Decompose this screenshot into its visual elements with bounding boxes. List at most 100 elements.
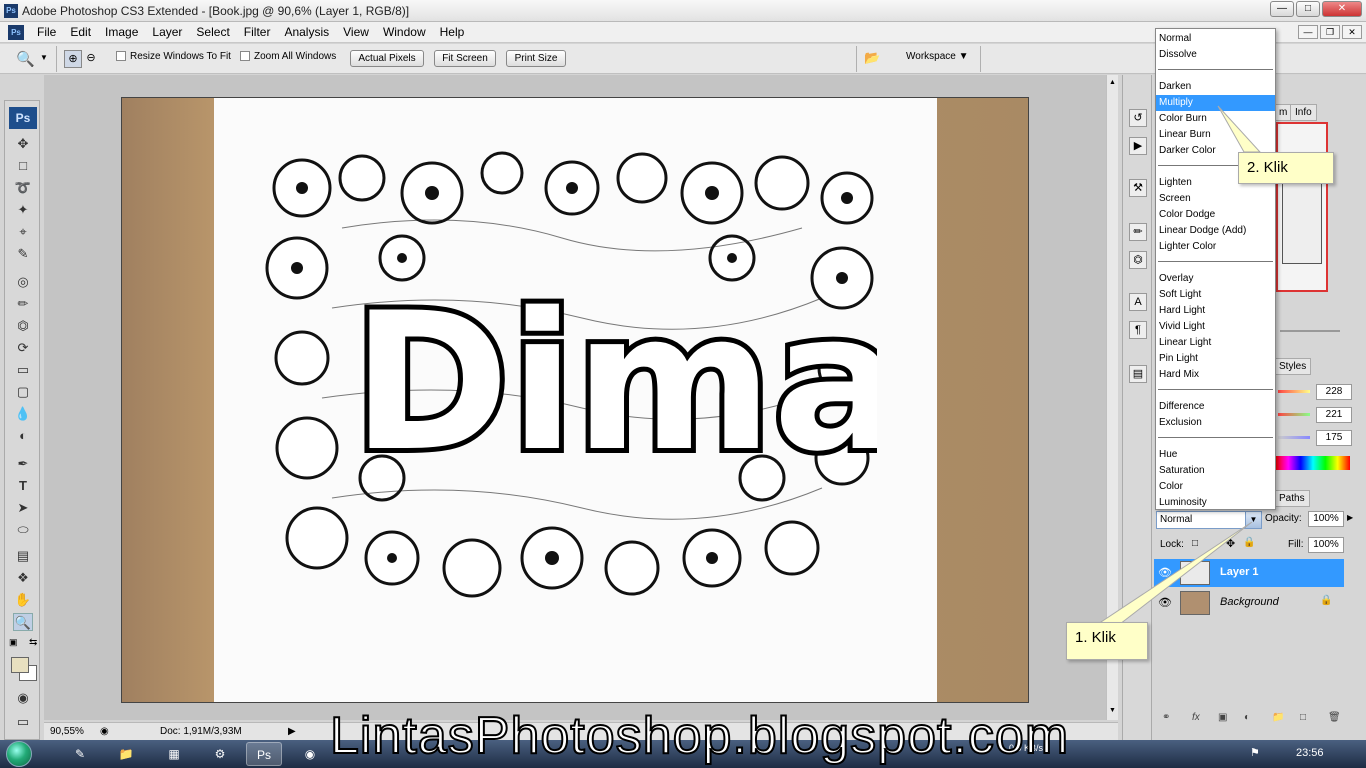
gradient-tool-icon[interactable]: ▢ bbox=[13, 383, 33, 401]
blend-option-pin-light[interactable]: Pin Light bbox=[1156, 351, 1275, 367]
start-button[interactable] bbox=[6, 741, 32, 767]
move-tool-icon[interactable]: ✥ bbox=[13, 135, 33, 153]
swap-colors-icon[interactable]: ⇆ bbox=[29, 637, 37, 648]
red-slider[interactable] bbox=[1278, 390, 1310, 393]
paragraph-panel-icon[interactable]: ¶ bbox=[1129, 321, 1147, 339]
blend-option-hue[interactable]: Hue bbox=[1156, 447, 1275, 463]
blend-option-hard-light[interactable]: Hard Light bbox=[1156, 303, 1275, 319]
adjustment-layer-icon[interactable]: ◐ bbox=[1244, 712, 1250, 723]
blend-option-linear-burn[interactable]: Linear Burn bbox=[1156, 127, 1275, 143]
blend-option-color-dodge[interactable]: Color Dodge bbox=[1156, 207, 1275, 223]
blend-option-linear-light[interactable]: Linear Light bbox=[1156, 335, 1275, 351]
color-spectrum[interactable] bbox=[1276, 456, 1350, 470]
firefox-icon[interactable]: ◉ bbox=[292, 742, 328, 766]
menu-view[interactable]: View bbox=[336, 25, 376, 39]
eraser-tool-icon[interactable]: ▭ bbox=[13, 361, 33, 379]
blend-option-multiply[interactable]: Multiply bbox=[1156, 95, 1275, 111]
menu-filter[interactable]: Filter bbox=[237, 25, 278, 39]
zoom-tool-icon[interactable]: 🔍 bbox=[16, 50, 35, 68]
marquee-tool-icon[interactable]: □ bbox=[13, 157, 33, 175]
minimize-button[interactable]: — bbox=[1270, 1, 1294, 17]
blend-option-vivid-light[interactable]: Vivid Light bbox=[1156, 319, 1275, 335]
print-size-button[interactable]: Print Size bbox=[506, 50, 566, 67]
explorer-icon[interactable]: 📁 bbox=[108, 742, 144, 766]
taskbar-app-icon[interactable]: ⚙ bbox=[202, 742, 238, 766]
menu-layer[interactable]: Layer bbox=[145, 25, 189, 39]
zoom-tool-active-icon[interactable]: 🔍 bbox=[13, 613, 33, 631]
blend-dropdown-arrow-icon[interactable]: ▼ bbox=[1245, 512, 1261, 528]
magic-wand-tool-icon[interactable]: ✦ bbox=[13, 201, 33, 219]
screen-mode-icon[interactable]: ▭ bbox=[13, 713, 33, 731]
clone-source-icon[interactable]: ⏣ bbox=[1129, 251, 1147, 269]
character-panel-icon[interactable]: A bbox=[1129, 293, 1147, 311]
blend-option-exclusion[interactable]: Exclusion bbox=[1156, 415, 1275, 431]
zoom-in-icon[interactable]: ⊕ bbox=[64, 50, 82, 68]
doc-minimize-button[interactable]: — bbox=[1298, 25, 1318, 39]
tab-paths[interactable]: Paths bbox=[1274, 490, 1310, 507]
eyedropper-tool-icon[interactable]: ❖ bbox=[13, 569, 33, 587]
shape-tool-icon[interactable]: ⬭ bbox=[13, 521, 33, 539]
blend-option-screen[interactable]: Screen bbox=[1156, 191, 1275, 207]
lock-all-icon[interactable]: 🔒 bbox=[1243, 537, 1255, 548]
navigator-zoom-slider[interactable] bbox=[1280, 330, 1340, 332]
fill-value[interactable]: 100% bbox=[1308, 537, 1344, 553]
foreground-color-swatch[interactable] bbox=[11, 657, 29, 673]
healing-brush-tool-icon[interactable]: ◎ bbox=[13, 273, 33, 291]
lock-transparency-icon[interactable]: □ bbox=[1192, 538, 1198, 549]
close-button[interactable]: ✕ bbox=[1322, 1, 1362, 17]
fit-screen-button[interactable]: Fit Screen bbox=[434, 50, 496, 67]
menu-image[interactable]: Image bbox=[98, 25, 145, 39]
zoom-all-windows-checkbox[interactable]: Zoom All Windows bbox=[240, 51, 336, 62]
blend-option-darken[interactable]: Darken bbox=[1156, 79, 1275, 95]
opacity-value[interactable]: 100% bbox=[1308, 511, 1344, 527]
tool-presets-icon[interactable]: ⚒ bbox=[1129, 179, 1147, 197]
opacity-arrow-icon[interactable]: ▶ bbox=[1347, 513, 1353, 522]
actual-pixels-button[interactable]: Actual Pixels bbox=[350, 50, 424, 67]
blend-option-overlay[interactable]: Overlay bbox=[1156, 271, 1275, 287]
layer-comps-icon[interactable]: ▤ bbox=[1129, 365, 1147, 383]
blue-slider[interactable] bbox=[1278, 436, 1310, 439]
tool-preset-arrow-icon[interactable]: ▼ bbox=[40, 53, 48, 62]
brush-tool-icon[interactable]: ✏ bbox=[13, 295, 33, 313]
menu-window[interactable]: Window bbox=[376, 25, 433, 39]
navigator-thumbnail[interactable] bbox=[1276, 122, 1328, 292]
slice-tool-icon[interactable]: ✎ bbox=[13, 245, 33, 263]
new-group-icon[interactable]: 📁 bbox=[1272, 712, 1284, 723]
clone-stamp-tool-icon[interactable]: ⏣ bbox=[13, 317, 33, 335]
pen-tool-icon[interactable]: ✒ bbox=[13, 455, 33, 473]
blend-option-lighter-color[interactable]: Lighter Color bbox=[1156, 239, 1275, 255]
taskbar-app-icon[interactable]: ✎ bbox=[62, 742, 98, 766]
blend-option-color-burn[interactable]: Color Burn bbox=[1156, 111, 1275, 127]
default-colors-icon[interactable]: ▣ bbox=[9, 637, 18, 648]
menu-analysis[interactable]: Analysis bbox=[277, 25, 336, 39]
zoom-level[interactable]: 90,55% bbox=[50, 726, 84, 737]
canvas[interactable]: Dimas bbox=[121, 97, 1029, 703]
resize-windows-checkbox[interactable]: Resize Windows To Fit bbox=[116, 51, 231, 62]
blur-tool-icon[interactable]: 💧 bbox=[13, 405, 33, 423]
link-layers-icon[interactable]: ⚭ bbox=[1162, 712, 1170, 723]
blend-option-linear-dodge[interactable]: Linear Dodge (Add) bbox=[1156, 223, 1275, 239]
visibility-eye-icon[interactable]: 👁 bbox=[1158, 596, 1172, 609]
lock-position-icon[interactable]: ✥ bbox=[1226, 537, 1235, 550]
taskbar-app-icon[interactable]: ▦ bbox=[156, 742, 192, 766]
brushes-panel-icon[interactable]: ✏ bbox=[1129, 223, 1147, 241]
visibility-eye-icon[interactable]: 👁 bbox=[1158, 566, 1172, 579]
type-tool-icon[interactable]: T bbox=[13, 477, 33, 495]
status-menu-arrow-icon[interactable]: ▶ bbox=[288, 726, 296, 737]
green-slider[interactable] bbox=[1278, 413, 1310, 416]
maximize-button[interactable]: □ bbox=[1296, 1, 1320, 17]
clock[interactable]: 23:56 bbox=[1296, 747, 1324, 759]
blend-option-dissolve[interactable]: Dissolve bbox=[1156, 47, 1275, 63]
green-value[interactable]: 221 bbox=[1316, 407, 1352, 423]
status-icon[interactable]: ◉ bbox=[100, 726, 109, 737]
doc-restore-button[interactable]: ❐ bbox=[1320, 25, 1340, 39]
blue-value[interactable]: 175 bbox=[1316, 430, 1352, 446]
tab-styles[interactable]: Styles bbox=[1274, 358, 1312, 375]
menu-edit[interactable]: Edit bbox=[63, 25, 98, 39]
blend-option-hard-mix[interactable]: Hard Mix bbox=[1156, 367, 1275, 383]
quick-mask-icon[interactable]: ◉ bbox=[13, 689, 33, 707]
menu-file[interactable]: File bbox=[30, 25, 63, 39]
notes-tool-icon[interactable]: ▤ bbox=[13, 547, 33, 565]
red-value[interactable]: 228 bbox=[1316, 384, 1352, 400]
layer-style-icon[interactable]: fx bbox=[1192, 712, 1200, 723]
